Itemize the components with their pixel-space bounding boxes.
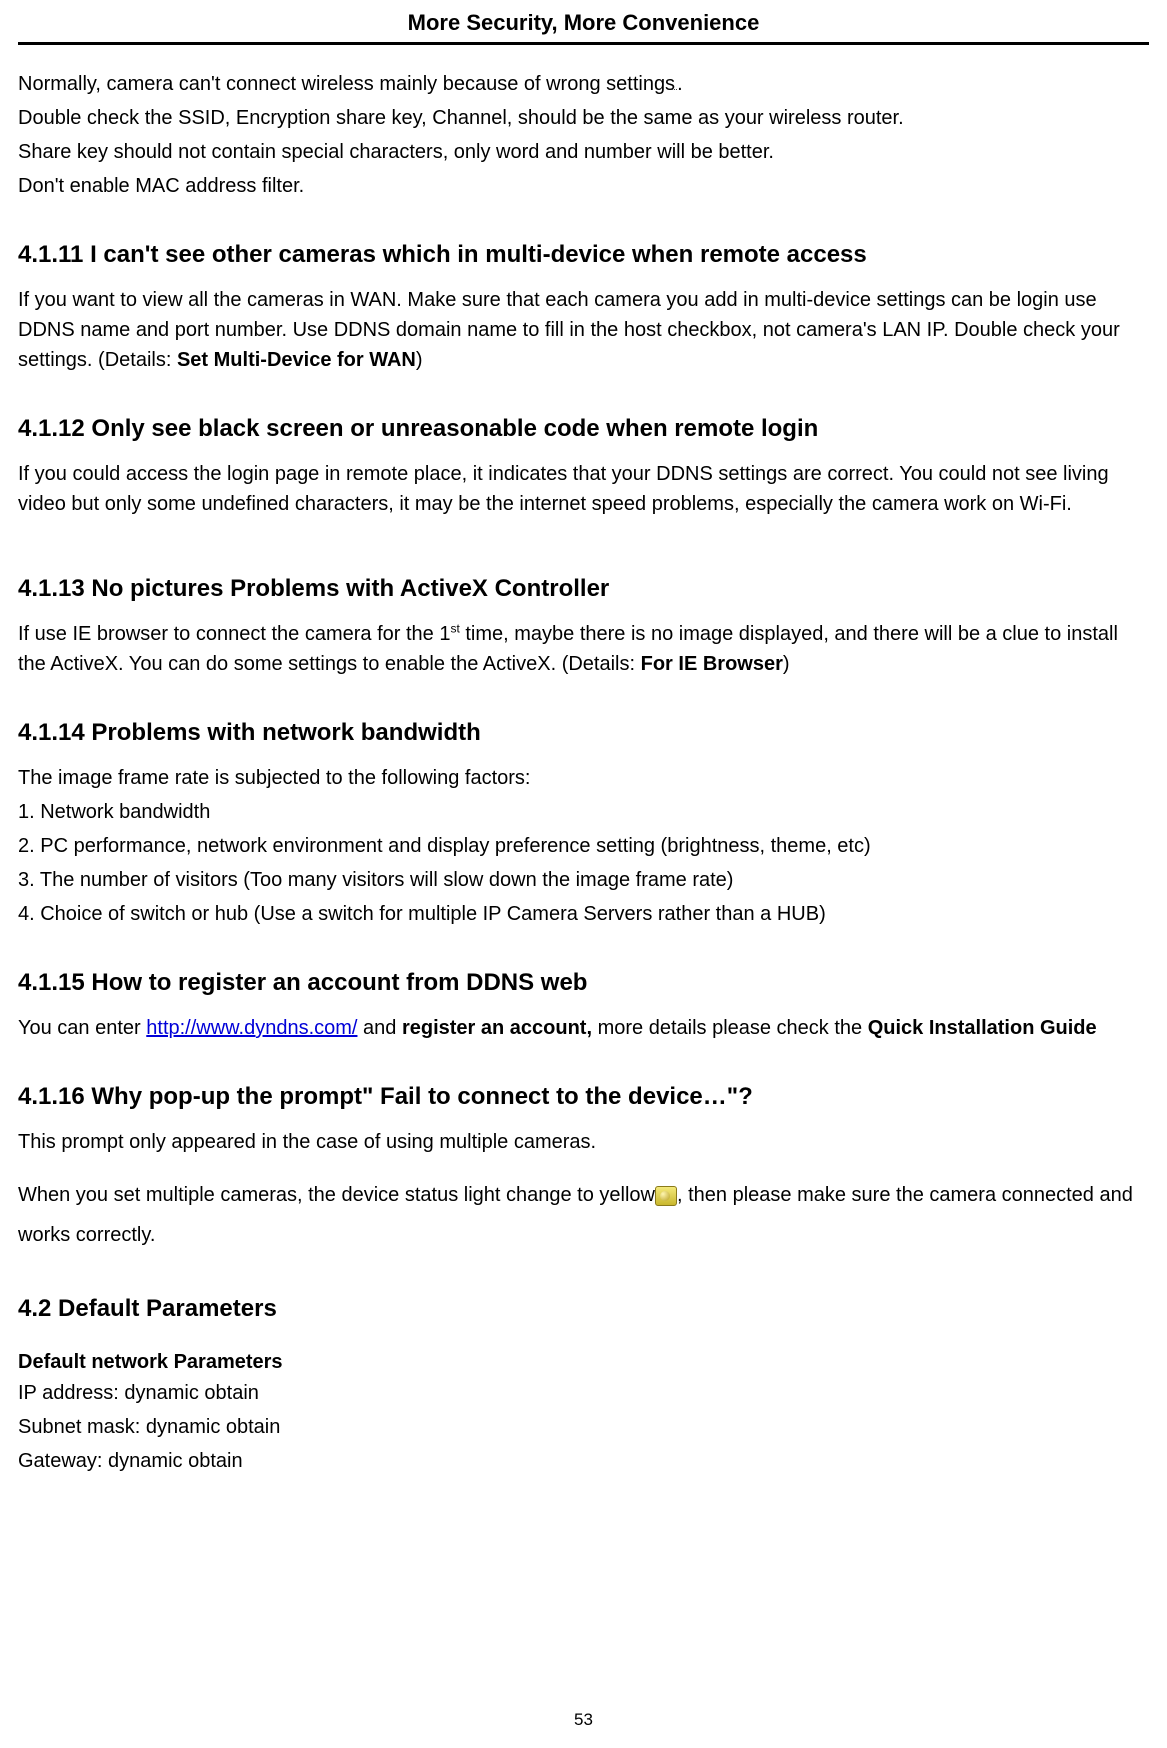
s11-text-c: ) [416, 349, 423, 371]
s13-text-a: If use IE browser to connect the camera … [18, 623, 450, 645]
s15-text-b: and [357, 1017, 401, 1039]
s14-intro: The image frame rate is subjected to the… [18, 763, 1149, 793]
section-4-1-13-body: If use IE browser to connect the camera … [18, 619, 1149, 679]
s13-text-d: ) [783, 653, 790, 675]
s14-item-4: 4. Choice of switch or hub (Use a switch… [18, 899, 1149, 929]
s15-bold-2: Quick Installation Guide [868, 1017, 1097, 1039]
s42-line-2: Subnet mask: dynamic obtain [18, 1412, 1149, 1442]
heading-4-1-15: 4.1.15 How to register an account from D… [18, 969, 1149, 997]
intro-text-1b: . [677, 73, 683, 95]
s13-bold: For IE Browser [641, 653, 783, 675]
intro-line-1: Normally, camera can't connect wireless … [18, 69, 1149, 99]
s16-text-a: When you set multiple cameras, the devic… [18, 1184, 655, 1206]
section-4-1-11-body: If you want to view all the cameras in W… [18, 285, 1149, 375]
s11-bold: Set Multi-Device for WAN [177, 349, 416, 371]
s16-p1: This prompt only appeared in the case of… [18, 1127, 1149, 1157]
intro-line-4: Don't enable MAC address filter. [18, 171, 1149, 201]
intro-line-3: Share key should not contain special cha… [18, 137, 1149, 167]
status-yellow-icon [655, 1186, 677, 1206]
heading-4-1-14: 4.1.14 Problems with network bandwidth [18, 719, 1149, 747]
section-4-1-12-body: If you could access the login page in re… [18, 459, 1149, 519]
s15-text-d: more details please check the [592, 1017, 868, 1039]
heading-4-2: 4.2 Default Parameters [18, 1295, 1149, 1323]
page-header: More Security, More Convenience [18, 0, 1149, 45]
s16-p2: When you set multiple cameras, the devic… [18, 1175, 1149, 1255]
heading-4-1-13: 4.1.13 No pictures Problems with ActiveX… [18, 575, 1149, 603]
s15-bold-1: register an account, [402, 1017, 592, 1039]
heading-4-1-11: 4.1.11 I can't see other cameras which i… [18, 241, 1149, 269]
dyndns-link[interactable]: http://www.dyndns.com/ [146, 1017, 357, 1039]
s14-item-2: 2. PC performance, network environment a… [18, 831, 1149, 861]
intro-line-2: Double check the SSID, Encryption share … [18, 103, 1149, 133]
intro-text-1a: Normally, camera can't connect wireless … [18, 73, 675, 95]
heading-4-1-16: 4.1.16 Why pop-up the prompt" Fail to co… [18, 1083, 1149, 1111]
s13-sup: st [450, 621, 459, 635]
s42-line-3: Gateway: dynamic obtain [18, 1446, 1149, 1476]
s14-item-3: 3. The number of visitors (Too many visi… [18, 865, 1149, 895]
section-4-1-15-body: You can enter http://www.dyndns.com/ and… [18, 1013, 1149, 1043]
s42-subheading: Default network Parameters [18, 1351, 1149, 1374]
s15-text-a: You can enter [18, 1017, 146, 1039]
s14-item-1: 1. Network bandwidth [18, 797, 1149, 827]
page-number: 53 [0, 1710, 1167, 1730]
heading-4-1-12: 4.1.12 Only see black screen or unreason… [18, 415, 1149, 443]
s42-line-1: IP address: dynamic obtain [18, 1378, 1149, 1408]
